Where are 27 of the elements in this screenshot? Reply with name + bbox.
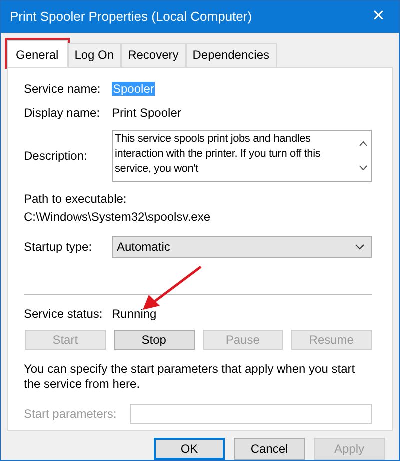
field-label: Start parameters: [24,406,118,423]
description-box[interactable]: This service spools print jobs and handles interaction with the printer. If you turn off this service, you won't [112,130,372,182]
field-label: Service status: [24,306,104,323]
hint-text: You can specify the start parameters that apply when you start the service from here. [24,362,356,392]
start-parameters-field[interactable] [130,404,372,424]
dialog-button[interactable]: OK [154,438,225,460]
close-button[interactable]: ✕ [368,4,389,29]
tab[interactable]: General [7,40,68,67]
tab[interactable]: Recovery [121,42,186,67]
dialog-button[interactable]: Cancel [234,438,305,460]
display-name-value: Print Spooler [112,104,182,122]
service-status-value: Running [112,306,157,323]
tab[interactable]: Log On [68,42,122,67]
scroll-up-icon[interactable] [358,140,368,147]
field-label: Description: [24,148,88,165]
field-label: Service name: [24,80,102,98]
service-button[interactable]: Stop [114,330,194,350]
startup-type-dropdown[interactable]: Automatic [112,236,372,258]
scroll-down-icon[interactable] [358,164,368,171]
chevron-icon [355,244,365,250]
service-name-value: Spooler [112,82,156,96]
field-label: Startup type: [24,238,94,256]
tab[interactable]: Dependencies [186,42,276,67]
window-title: Print Spooler Properties (Local Computer) [10,8,252,26]
field-label: Display name: [24,104,102,122]
path-value: C:\Windows\System32\spoolsv.exe [24,208,212,226]
field-label: Path to executable: [24,190,128,208]
